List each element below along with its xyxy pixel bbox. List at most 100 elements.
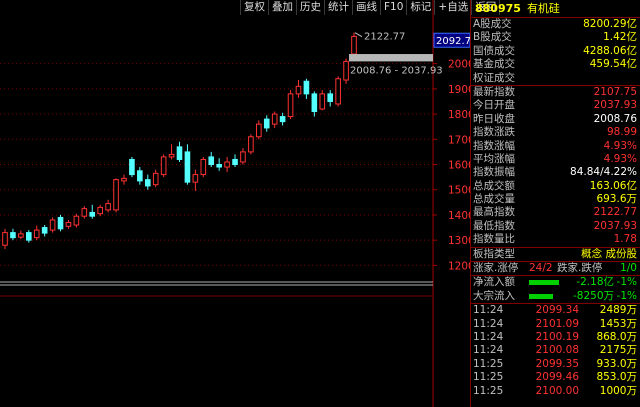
toolbar-button-3[interactable]: 统计	[325, 0, 353, 15]
stat-label: 最低指数	[473, 219, 515, 232]
stat-row-6: 指数振幅 84.84/4.22%	[471, 166, 640, 179]
candle-up	[343, 60, 349, 81]
stat-value: 84.84/4.22%	[570, 166, 637, 179]
trade-volume: 868.0万	[596, 330, 637, 343]
down-label: 跌家.跌停	[557, 262, 603, 275]
chart-toolbar: 复权 叠加 历史 统计 画线 F10 标记 +自选 返回	[240, 0, 501, 16]
stat-row-2: 昨日收盘 2008.76	[471, 113, 640, 126]
flow-bar	[529, 280, 559, 286]
turnover-row-1: B股成交 1.42亿	[471, 31, 640, 44]
tick-trade-list[interactable]: 11:24 2099.34 2489万 11:24 2101.09 1453万 11:24 2…	[471, 304, 640, 398]
toolbar-button-4[interactable]: 画线	[353, 0, 381, 15]
axis-tick-label: 1200	[448, 260, 470, 272]
turnover-row-0: A股成交 8200.29亿	[471, 18, 640, 31]
candle-down	[216, 164, 222, 168]
stat-value: 1.78	[613, 233, 637, 246]
axis-tick-label: 2000	[448, 59, 470, 71]
stat-value: 4.93%	[603, 152, 637, 165]
turnover-label: 权证成交	[473, 71, 515, 84]
flow-label: 净流入额	[473, 276, 515, 289]
candle-up	[335, 78, 341, 105]
candle-up	[271, 113, 278, 125]
turnover-label: 国债成交	[473, 44, 515, 57]
candle-up	[295, 85, 302, 95]
trade-row-1: 11:24 2101.09 1453万	[471, 318, 640, 331]
quote-panel: 880975 有机硅 A股成交 8200.29亿 B股成交 1.42亿 国债成交 4288.…	[470, 0, 640, 407]
stat-value: 98.99	[606, 126, 637, 139]
trade-time: 11:24	[473, 330, 504, 343]
turnover-label: 基金成交	[473, 58, 515, 71]
stat-label: 平均涨幅	[473, 152, 515, 165]
down-value: 1/0	[620, 262, 637, 275]
toolbar-button-7[interactable]: +自选	[435, 0, 473, 15]
stat-value: 2122.77	[593, 206, 637, 219]
trade-time: 11:25	[473, 384, 504, 397]
axis-tick-label: 1600	[448, 160, 470, 172]
trade-volume: 2175万	[599, 344, 637, 357]
candle-up	[248, 136, 254, 153]
candle-down	[10, 232, 16, 239]
trade-volume: 2489万	[599, 304, 637, 317]
stat-value: 2037.93	[593, 219, 637, 232]
candle-down	[129, 158, 135, 176]
candle-up	[287, 93, 294, 118]
stat-value: 163.06亿	[589, 179, 637, 192]
stat-row-8: 总成交量 693.6万	[471, 193, 640, 206]
turnover-value: 1.42亿	[603, 31, 637, 44]
trade-row-4: 11:25 2099.35 933.0万	[471, 358, 640, 371]
candle-up	[121, 177, 127, 182]
candle-down	[144, 179, 151, 187]
turnover-label: B股成交	[473, 31, 512, 44]
trade-row-3: 11:24 2100.08 2175万	[471, 344, 640, 357]
range-label: 2008.76 - 2037.93	[350, 65, 443, 76]
stat-row-0: 最新指数 2107.75	[471, 86, 640, 99]
trade-price: 2100.08	[535, 344, 579, 357]
toolbar-button-1[interactable]: 叠加	[269, 0, 297, 15]
candle-down	[184, 151, 191, 183]
stat-row-7: 总成交额 163.06亿	[471, 180, 640, 193]
candle-up	[18, 233, 24, 238]
stat-value: 693.6万	[596, 193, 637, 206]
flow-bar	[529, 293, 553, 299]
candle-up	[105, 203, 111, 211]
board-type-row[interactable]: 板指类型 概念 成份股	[471, 248, 640, 261]
trade-price: 2100.00	[535, 384, 579, 397]
candle-down	[41, 227, 48, 234]
toolbar-button-6[interactable]: 标记	[407, 0, 436, 15]
stat-label: 指数振幅	[473, 166, 515, 179]
flow-pct: -1%	[616, 276, 637, 289]
stat-value: 2037.93	[593, 99, 637, 112]
stat-row-11: 指数量比 1.78	[471, 233, 640, 246]
turnover-row-2: 国债成交 4288.06亿	[471, 45, 640, 58]
trade-time: 11:24	[473, 344, 504, 357]
panel-title: 880975 有机硅	[471, 0, 640, 18]
candle-down	[57, 216, 64, 230]
candle-up	[65, 222, 72, 227]
index-code: 880975	[475, 2, 521, 15]
candle-up	[200, 158, 207, 176]
candle-up	[33, 229, 40, 239]
stat-value: 4.93%	[603, 139, 637, 152]
trade-row-2: 11:24 2100.19 868.0万	[471, 331, 640, 344]
trade-volume: 853.0万	[596, 371, 637, 384]
axis-tick-label: 1800	[448, 109, 470, 121]
board-type-value[interactable]: 概念 成份股	[581, 248, 637, 261]
toolbar-button-2[interactable]: 历史	[297, 0, 325, 15]
flow-label: 大宗流入	[473, 289, 515, 302]
trade-time: 11:25	[473, 371, 504, 384]
index-name: 有机硅	[526, 2, 560, 15]
axis-tick-label: 1500	[448, 185, 470, 197]
stat-row-1: 今日开盘 2037.93	[471, 99, 640, 112]
trade-price: 2101.09	[535, 317, 579, 330]
trade-time: 11:24	[473, 304, 504, 317]
stat-row-5: 平均涨幅 4.93%	[471, 153, 640, 166]
toolbar-button-0[interactable]: 复权	[240, 0, 269, 15]
stat-label: 最高指数	[473, 206, 515, 219]
candle-up	[168, 153, 175, 158]
candle-down	[25, 232, 32, 241]
kline-chart[interactable]: 1200 1300 1400 1500 1600 1700 1800 1900 2000 2122…	[0, 0, 470, 407]
trade-price: 2099.35	[535, 357, 579, 370]
toolbar-button-5[interactable]: F10	[381, 0, 408, 15]
candle-up	[192, 174, 199, 183]
trade-row-6: 11:25 2100.00 1000万	[471, 385, 640, 398]
